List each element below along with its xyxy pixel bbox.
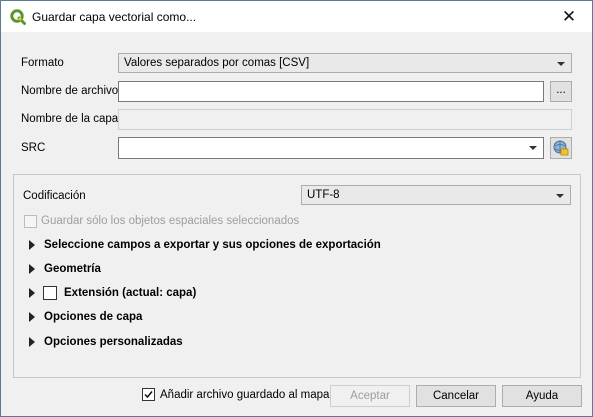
chevron-down-icon bbox=[529, 146, 537, 150]
save-vector-layer-dialog: Guardar capa vectorial como... ✕ Formato… bbox=[0, 0, 593, 417]
crs-select[interactable] bbox=[118, 137, 544, 159]
layer-name-label: Nombre de la capa bbox=[21, 113, 119, 125]
expand-arrow-icon bbox=[29, 337, 35, 347]
accept-button[interactable]: Aceptar bbox=[330, 385, 410, 407]
add-to-map-label: Añadir archivo guardado al mapa bbox=[160, 389, 330, 401]
section-extent-label: Extensión (actual: capa) bbox=[64, 287, 197, 299]
layer-name-input[interactable] bbox=[118, 109, 572, 130]
filename-label: Nombre de archivo bbox=[21, 85, 119, 97]
expand-arrow-icon bbox=[29, 240, 35, 250]
extent-checkbox[interactable] bbox=[43, 286, 57, 300]
section-custom-options-label: Opciones personalizadas bbox=[44, 336, 183, 348]
section-fields-label: Seleccione campos a exportar y sus opcio… bbox=[44, 239, 381, 251]
browse-button[interactable]: ... bbox=[550, 81, 572, 102]
crs-selector-button[interactable] bbox=[550, 137, 572, 159]
window-title: Guardar capa vectorial como... bbox=[32, 10, 197, 24]
help-button[interactable]: Ayuda bbox=[502, 385, 582, 407]
format-select[interactable]: Valores separados por comas [CSV] bbox=[118, 53, 572, 73]
encoding-value: UTF-8 bbox=[307, 189, 340, 201]
expand-arrow-icon bbox=[29, 264, 35, 274]
section-layer-options-label: Opciones de capa bbox=[44, 311, 143, 323]
add-to-map-checkbox[interactable] bbox=[142, 388, 155, 401]
qgis-logo-icon bbox=[10, 9, 26, 25]
section-geometry-label: Geometría bbox=[44, 263, 101, 275]
format-value: Valores separados por comas [CSV] bbox=[124, 57, 310, 69]
chevron-down-icon bbox=[557, 62, 565, 66]
selected-only-label: Guardar sólo los objetos espaciales sele… bbox=[41, 215, 300, 227]
encoding-label: Codificación bbox=[23, 190, 86, 202]
crs-label: SRC bbox=[21, 142, 46, 154]
filename-input[interactable] bbox=[118, 81, 544, 102]
expand-arrow-icon bbox=[29, 288, 35, 298]
selected-only-checkbox[interactable] bbox=[24, 215, 37, 228]
cancel-button[interactable]: Cancelar bbox=[416, 385, 496, 407]
title-bar: Guardar capa vectorial como... ✕ bbox=[1, 1, 592, 32]
encoding-select[interactable]: UTF-8 bbox=[301, 185, 571, 205]
close-icon: ✕ bbox=[561, 6, 577, 26]
close-button[interactable]: ✕ bbox=[546, 1, 592, 32]
format-label: Formato bbox=[21, 57, 64, 69]
checkmark-icon bbox=[144, 391, 153, 399]
chevron-down-icon bbox=[556, 194, 564, 198]
crs-globe-icon bbox=[553, 140, 569, 156]
expand-arrow-icon bbox=[29, 312, 35, 322]
